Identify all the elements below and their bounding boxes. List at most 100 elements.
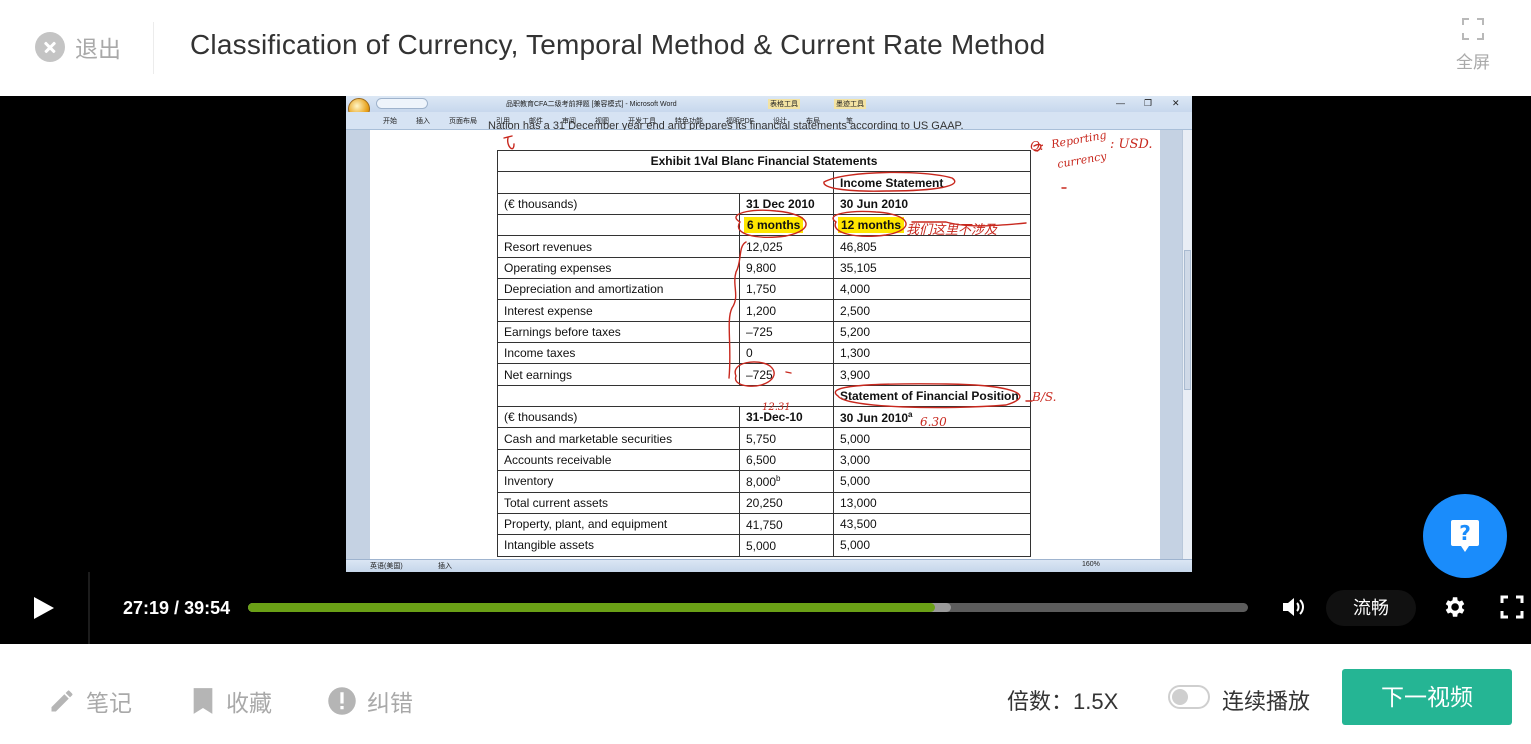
ribbon-tab: 插入: [416, 118, 430, 125]
table-row: Operating expenses 9,800 35,105: [497, 256, 1031, 280]
exit-label: 退出: [75, 36, 121, 62]
help-button[interactable]: ?: [1423, 494, 1507, 578]
row-label: Resort revenues: [497, 235, 740, 258]
annotation-reporting: Reporting: [1049, 128, 1107, 151]
row-value-a: 0: [739, 342, 834, 365]
page-margin-right: [1160, 130, 1182, 560]
row-value-a: –725: [739, 320, 834, 344]
favorite-label: 收藏: [226, 690, 272, 716]
row-value-b: 13,000: [833, 491, 1031, 514]
current-time: 27:19: [123, 598, 170, 618]
quick-access-toolbar: [376, 98, 428, 109]
exhibit-caption: Exhibit 1Val Blanc Financial Statements: [497, 149, 1031, 173]
word-document-screenshot: 品职教育CFA二级考前押题 [兼容模式] - Microsoft Word 表格…: [346, 96, 1192, 572]
exclamation-circle-icon: [328, 687, 356, 715]
next-video-button[interactable]: 下一视频: [1342, 669, 1512, 725]
notes-button[interactable]: 笔记: [48, 684, 132, 718]
row-label: Total current assets: [497, 491, 740, 514]
row-value-a: –725: [739, 363, 834, 386]
word-vertical-scrollbar: [1182, 130, 1192, 560]
balance-col-a-header: 31-Dec-10: [739, 406, 834, 429]
row-value-b: 5,000: [833, 534, 1031, 557]
fullscreen-icon: [1500, 595, 1524, 619]
quality-selector[interactable]: 流畅: [1326, 590, 1416, 626]
table-row: Interest expense 1,200 2,500: [497, 299, 1031, 322]
played-bar: [248, 603, 935, 612]
svg-text:?: ?: [1459, 521, 1471, 545]
row-label: Income taxes: [497, 342, 740, 365]
gear-icon: [1445, 597, 1465, 617]
row-value-b: 1,300: [833, 342, 1031, 365]
row-value-b: 35,105: [833, 256, 1031, 280]
col-a-period: 6 months: [744, 217, 804, 234]
time-display: 27:19 / 39:54: [123, 598, 231, 618]
table-row: Total current assets 20,250 13,000: [497, 491, 1031, 514]
video-frame[interactable]: 品职教育CFA二级考前押题 [兼容模式] - Microsoft Word 表格…: [0, 96, 1531, 572]
report-error-label: 纠错: [367, 690, 413, 716]
row-value-b: 2,500: [833, 299, 1031, 322]
row-label: Net earnings: [497, 363, 740, 386]
minimize-icon: —: [1116, 98, 1125, 108]
exit-button[interactable]: 退出: [35, 30, 121, 64]
notes-label: 笔记: [86, 690, 132, 716]
annotation-bs: B/S.: [1031, 390, 1056, 404]
ribbon-tab: 开始: [383, 118, 397, 125]
row-value-a: 9,800: [739, 256, 834, 280]
fullscreen-button[interactable]: [1500, 595, 1524, 624]
row-value-b: 3,900: [833, 363, 1031, 386]
table-row: Income Statement: [497, 171, 1031, 194]
close-circle-icon: [35, 32, 65, 62]
balance-col-b-header: 30 Jun 2010a: [833, 406, 1031, 429]
row-value-a: 5,000: [739, 534, 834, 557]
row-value-a: 1,200: [739, 299, 834, 322]
autoplay-label: 连续播放: [1222, 689, 1311, 714]
volume-icon: [1283, 598, 1304, 616]
fullscreen-top-button[interactable]: 全屏: [1450, 18, 1496, 73]
page-margin-left: [346, 130, 370, 560]
play-button[interactable]: [24, 594, 64, 624]
annotation-usd: : USD.: [1110, 137, 1152, 152]
cut-off-sentence: Nation has a 31 December year end and pr…: [488, 120, 964, 130]
col-a-header: 31 Dec 2010: [739, 192, 834, 216]
context-tab-table-tools: 表格工具: [768, 99, 800, 109]
exhibit-table: Exhibit 1Val Blanc Financial Statements …: [497, 149, 1031, 557]
units-label: (€ thousands): [497, 406, 740, 429]
restore-icon: ❐: [1144, 98, 1153, 108]
pencil-icon: [51, 690, 73, 712]
toggle-knob: [1172, 689, 1188, 705]
row-label: Earnings before taxes: [497, 320, 740, 344]
autoplay-toggle[interactable]: [1168, 685, 1210, 709]
row-label: Interest expense: [497, 299, 740, 322]
row-value-b: 43,500: [833, 512, 1031, 536]
row-value-a: 8,000b: [739, 470, 834, 493]
income-statement-title: Income Statement: [833, 171, 1031, 194]
row-label: Inventory: [497, 470, 740, 493]
playback-speed[interactable]: 倍数：1.5X: [1007, 684, 1118, 716]
report-error-button[interactable]: 纠错: [327, 684, 413, 718]
question-icon: ?: [1451, 520, 1479, 552]
volume-button[interactable]: [1281, 595, 1307, 624]
table-row: Exhibit 1Val Blanc Financial Statements: [497, 149, 1031, 173]
row-label: Operating expenses: [497, 256, 740, 280]
progress-bar[interactable]: [248, 603, 1248, 612]
row-label: Depreciation and amortization: [497, 278, 740, 301]
word-status-bar: 英语(美国) 插入 160%: [346, 559, 1192, 572]
table-row: Intangible assets 5,000 5,000: [497, 534, 1031, 557]
row-label: Intangible assets: [497, 534, 740, 557]
row-value-a: 6,500: [739, 448, 834, 472]
settings-button[interactable]: [1441, 594, 1467, 625]
header-divider: [153, 22, 154, 74]
video-title: Classification of Currency, Temporal Met…: [190, 29, 1046, 60]
table-row: Statement of Financial Position: [497, 384, 1031, 408]
total-time: 39:54: [184, 598, 231, 618]
row-value-a: 1,750: [739, 278, 834, 301]
table-row: Earnings before taxes –725 5,200: [497, 320, 1031, 344]
row-value-a: 12,025: [739, 235, 834, 258]
table-row: Income taxes 0 1,300: [497, 342, 1031, 365]
favorite-button[interactable]: 收藏: [190, 684, 272, 718]
row-value-b: 5,000: [833, 470, 1031, 493]
word-title-bar: 品职教育CFA二级考前押题 [兼容模式] - Microsoft Word 表格…: [346, 96, 1192, 112]
col-b-period: 12 months: [838, 217, 905, 234]
close-icon: ✕: [1172, 98, 1180, 108]
table-row: 6 months 12 months: [497, 214, 1031, 237]
